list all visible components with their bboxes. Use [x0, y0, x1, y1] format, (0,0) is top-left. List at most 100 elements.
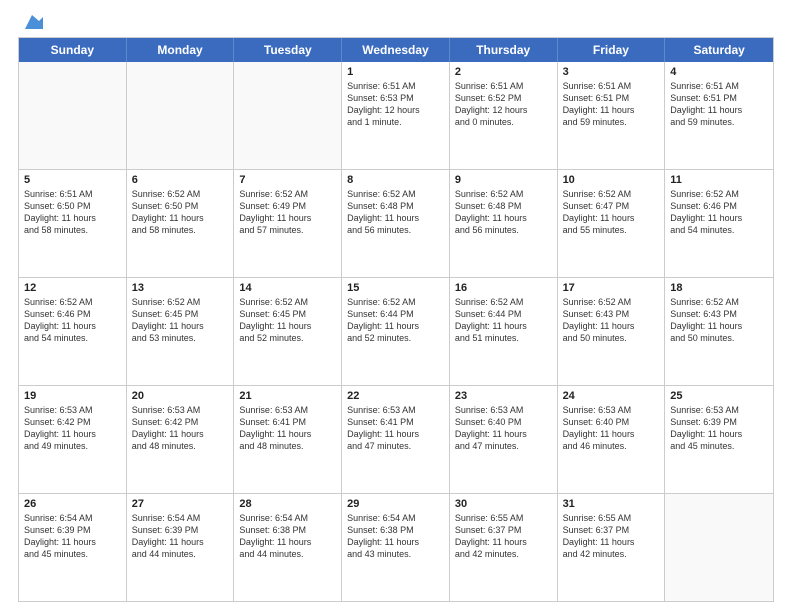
day-number: 30: [455, 498, 552, 510]
day-cell-25: 25 Sunrise: 6:53 AMSunset: 6:39 PMDayligh…: [665, 386, 773, 493]
weekday-sunday: Sunday: [19, 38, 127, 62]
day-number: 12: [24, 282, 121, 294]
day-number: 27: [132, 498, 229, 510]
day-number: 26: [24, 498, 121, 510]
day-number: 31: [563, 498, 660, 510]
day-info: Sunrise: 6:55 AMSunset: 6:37 PMDaylight:…: [563, 512, 660, 561]
day-info: Sunrise: 6:52 AMSunset: 6:44 PMDaylight:…: [347, 296, 444, 345]
day-cell-1: 1 Sunrise: 6:51 AMSunset: 6:53 PMDaylight…: [342, 62, 450, 169]
day-info: Sunrise: 6:51 AMSunset: 6:53 PMDaylight:…: [347, 80, 444, 129]
day-cell-29: 29 Sunrise: 6:54 AMSunset: 6:38 PMDayligh…: [342, 494, 450, 601]
day-cell-24: 24Sunrise: 6:53 AMSunset: 6:40 PMDayligh…: [558, 386, 666, 493]
day-number: 25: [670, 390, 768, 402]
weekday-thursday: Thursday: [450, 38, 558, 62]
day-info: Sunrise: 6:52 AMSunset: 6:43 PMDaylight:…: [670, 296, 768, 345]
empty-cell: [234, 62, 342, 169]
day-cell-13: 13Sunrise: 6:52 AMSunset: 6:45 PMDayligh…: [127, 278, 235, 385]
day-cell-21: 21 Sunrise: 6:53 AMSunset: 6:41 PMDayligh…: [234, 386, 342, 493]
day-number: 18: [670, 282, 768, 294]
day-info: Sunrise: 6:52 AMSunset: 6:45 PMDaylight:…: [239, 296, 336, 345]
day-info: Sunrise: 6:52 AMSunset: 6:50 PMDaylight:…: [132, 188, 229, 237]
day-cell-4: 4Sunrise: 6:51 AMSunset: 6:51 PMDaylight…: [665, 62, 773, 169]
day-number: 1: [347, 66, 444, 78]
day-number: 15: [347, 282, 444, 294]
weekday-friday: Friday: [558, 38, 666, 62]
day-info: Sunrise: 6:52 AMSunset: 6:45 PMDaylight:…: [132, 296, 229, 345]
calendar-header: SundayMondayTuesdayWednesdayThursdayFrid…: [19, 38, 773, 62]
weekday-saturday: Saturday: [665, 38, 773, 62]
day-number: 19: [24, 390, 121, 402]
day-info: Sunrise: 6:52 AMSunset: 6:43 PMDaylight:…: [563, 296, 660, 345]
day-cell-22: 22Sunrise: 6:53 AMSunset: 6:41 PMDayligh…: [342, 386, 450, 493]
day-number: 24: [563, 390, 660, 402]
day-number: 22: [347, 390, 444, 402]
day-cell-12: 12 Sunrise: 6:52 AMSunset: 6:46 PMDayligh…: [19, 278, 127, 385]
day-number: 2: [455, 66, 552, 78]
day-info: Sunrise: 6:54 AMSunset: 6:39 PMDaylight:…: [24, 512, 121, 561]
day-info: Sunrise: 6:52 AMSunset: 6:46 PMDaylight:…: [24, 296, 121, 345]
day-cell-14: 14 Sunrise: 6:52 AMSunset: 6:45 PMDayligh…: [234, 278, 342, 385]
day-info: Sunrise: 6:51 AMSunset: 6:51 PMDaylight:…: [563, 80, 660, 129]
day-number: 17: [563, 282, 660, 294]
day-number: 7: [239, 174, 336, 186]
header: [18, 15, 774, 27]
day-info: Sunrise: 6:52 AMSunset: 6:48 PMDaylight:…: [455, 188, 552, 237]
calendar-body: 1 Sunrise: 6:51 AMSunset: 6:53 PMDaylight…: [19, 62, 773, 601]
day-info: Sunrise: 6:53 AMSunset: 6:40 PMDaylight:…: [455, 404, 552, 453]
day-info: Sunrise: 6:54 AMSunset: 6:38 PMDaylight:…: [347, 512, 444, 561]
day-cell-26: 26 Sunrise: 6:54 AMSunset: 6:39 PMDayligh…: [19, 494, 127, 601]
day-number: 20: [132, 390, 229, 402]
empty-cell: [19, 62, 127, 169]
calendar-row-4: 26 Sunrise: 6:54 AMSunset: 6:39 PMDayligh…: [19, 493, 773, 601]
day-info: Sunrise: 6:53 AMSunset: 6:42 PMDaylight:…: [24, 404, 121, 453]
day-cell-7: 7 Sunrise: 6:52 AMSunset: 6:49 PMDaylight…: [234, 170, 342, 277]
day-number: 9: [455, 174, 552, 186]
day-number: 21: [239, 390, 336, 402]
day-number: 29: [347, 498, 444, 510]
day-info: Sunrise: 6:52 AMSunset: 6:47 PMDaylight:…: [563, 188, 660, 237]
day-info: Sunrise: 6:52 AMSunset: 6:49 PMDaylight:…: [239, 188, 336, 237]
logo: [18, 15, 43, 27]
day-cell-15: 15 Sunrise: 6:52 AMSunset: 6:44 PMDayligh…: [342, 278, 450, 385]
day-info: Sunrise: 6:53 AMSunset: 6:39 PMDaylight:…: [670, 404, 768, 453]
day-number: 10: [563, 174, 660, 186]
day-number: 23: [455, 390, 552, 402]
day-number: 14: [239, 282, 336, 294]
calendar: SundayMondayTuesdayWednesdayThursdayFrid…: [18, 37, 774, 602]
day-cell-8: 8 Sunrise: 6:52 AMSunset: 6:48 PMDaylight…: [342, 170, 450, 277]
day-cell-31: 31 Sunrise: 6:55 AMSunset: 6:37 PMDayligh…: [558, 494, 666, 601]
day-cell-3: 3 Sunrise: 6:51 AMSunset: 6:51 PMDaylight…: [558, 62, 666, 169]
day-cell-20: 20 Sunrise: 6:53 AMSunset: 6:42 PMDayligh…: [127, 386, 235, 493]
day-cell-28: 28Sunrise: 6:54 AMSunset: 6:38 PMDayligh…: [234, 494, 342, 601]
empty-cell: [127, 62, 235, 169]
day-info: Sunrise: 6:55 AMSunset: 6:37 PMDaylight:…: [455, 512, 552, 561]
calendar-row-2: 12 Sunrise: 6:52 AMSunset: 6:46 PMDayligh…: [19, 277, 773, 385]
day-info: Sunrise: 6:53 AMSunset: 6:41 PMDaylight:…: [239, 404, 336, 453]
day-info: Sunrise: 6:52 AMSunset: 6:46 PMDaylight:…: [670, 188, 768, 237]
day-cell-9: 9 Sunrise: 6:52 AMSunset: 6:48 PMDaylight…: [450, 170, 558, 277]
empty-cell: [665, 494, 773, 601]
day-info: Sunrise: 6:51 AMSunset: 6:51 PMDaylight:…: [670, 80, 768, 129]
day-cell-23: 23 Sunrise: 6:53 AMSunset: 6:40 PMDayligh…: [450, 386, 558, 493]
day-cell-30: 30 Sunrise: 6:55 AMSunset: 6:37 PMDayligh…: [450, 494, 558, 601]
day-cell-18: 18 Sunrise: 6:52 AMSunset: 6:43 PMDayligh…: [665, 278, 773, 385]
day-number: 8: [347, 174, 444, 186]
day-cell-16: 16 Sunrise: 6:52 AMSunset: 6:44 PMDayligh…: [450, 278, 558, 385]
day-info: Sunrise: 6:52 AMSunset: 6:44 PMDaylight:…: [455, 296, 552, 345]
weekday-monday: Monday: [127, 38, 235, 62]
day-number: 28: [239, 498, 336, 510]
day-cell-10: 10 Sunrise: 6:52 AMSunset: 6:47 PMDayligh…: [558, 170, 666, 277]
day-number: 16: [455, 282, 552, 294]
day-cell-6: 6Sunrise: 6:52 AMSunset: 6:50 PMDaylight…: [127, 170, 235, 277]
day-info: Sunrise: 6:54 AMSunset: 6:39 PMDaylight:…: [132, 512, 229, 561]
day-info: Sunrise: 6:51 AMSunset: 6:50 PMDaylight:…: [24, 188, 121, 237]
day-info: Sunrise: 6:53 AMSunset: 6:42 PMDaylight:…: [132, 404, 229, 453]
day-info: Sunrise: 6:51 AMSunset: 6:52 PMDaylight:…: [455, 80, 552, 129]
day-cell-2: 2 Sunrise: 6:51 AMSunset: 6:52 PMDaylight…: [450, 62, 558, 169]
day-cell-17: 17 Sunrise: 6:52 AMSunset: 6:43 PMDayligh…: [558, 278, 666, 385]
calendar-row-3: 19 Sunrise: 6:53 AMSunset: 6:42 PMDayligh…: [19, 385, 773, 493]
logo-icon: [21, 11, 43, 33]
day-info: Sunrise: 6:52 AMSunset: 6:48 PMDaylight:…: [347, 188, 444, 237]
calendar-row-0: 1 Sunrise: 6:51 AMSunset: 6:53 PMDaylight…: [19, 62, 773, 169]
day-number: 3: [563, 66, 660, 78]
